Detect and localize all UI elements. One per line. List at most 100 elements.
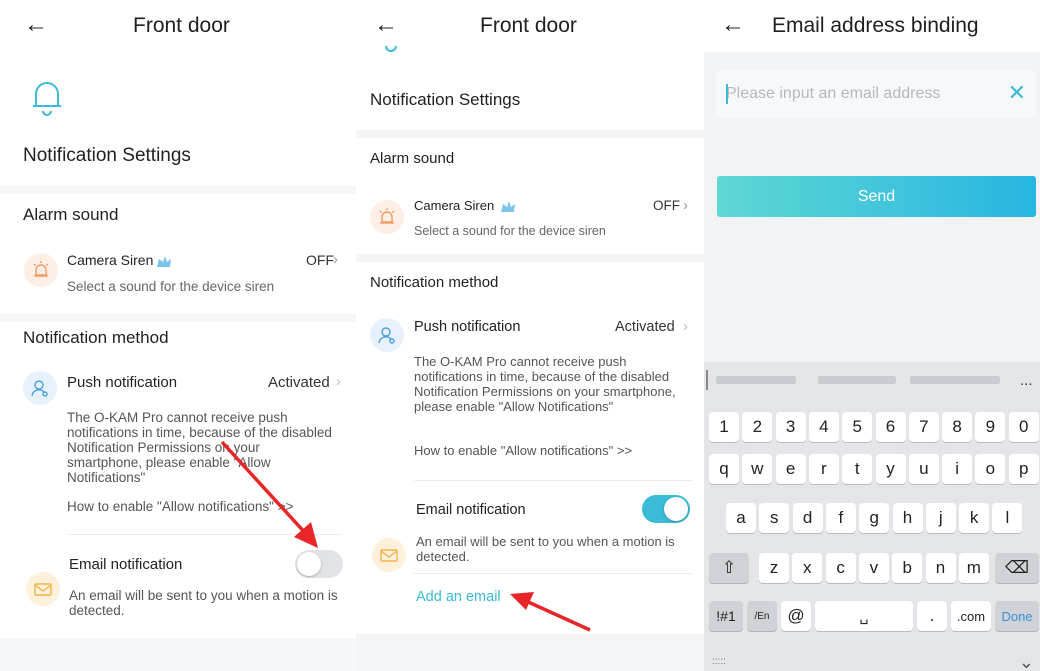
push-notification-value: Activated	[615, 319, 675, 335]
dotcom-key[interactable]: .com	[951, 601, 991, 631]
email-input-box: ✕	[716, 70, 1036, 118]
camera-siren-description: Select a sound for the device siren	[67, 279, 275, 294]
key-1[interactable]: 1	[709, 412, 739, 442]
suggestion[interactable]	[910, 376, 1000, 384]
key-w[interactable]: w	[742, 454, 773, 484]
key-7[interactable]: 7	[908, 412, 939, 442]
done-key[interactable]: Done	[995, 601, 1039, 631]
push-notification-label: Push notification	[414, 319, 521, 335]
key-s[interactable]: s	[759, 503, 790, 533]
notification-method-heading: Notification method	[23, 328, 169, 347]
email-notification-toggle[interactable]	[295, 550, 343, 578]
key-t[interactable]: t	[842, 454, 873, 484]
divider	[67, 534, 342, 535]
key-2[interactable]: 2	[742, 412, 773, 442]
camera-siren-description: Select a sound for the device siren	[414, 224, 606, 238]
page-title: Front door	[133, 14, 230, 37]
key-5[interactable]: 5	[842, 412, 873, 442]
keyboard: ... 1 2 3 4 5 6 7 8 9 0 q w e r t y u i o p a s d f g h j k l ⇧ z x c v b n…	[704, 362, 1040, 671]
crown-icon	[157, 256, 171, 267]
send-button[interactable]: Send	[717, 176, 1036, 217]
push-notification-warning: The O-KAM Pro cannot receive push notifi…	[67, 410, 332, 485]
suggestion[interactable]	[818, 376, 896, 384]
back-arrow-icon[interactable]: ←	[721, 12, 745, 38]
key-9[interactable]: 9	[975, 412, 1006, 442]
key-b[interactable]: b	[892, 553, 923, 583]
key-d[interactable]: d	[792, 503, 823, 533]
push-notification-warning: The O-KAM Pro cannot receive push notifi…	[414, 354, 676, 414]
suggestion[interactable]	[716, 376, 796, 384]
hide-keyboard-icon[interactable]: ⌄	[1019, 652, 1034, 671]
backspace-key[interactable]: ⌫	[995, 553, 1039, 583]
chevron-right-icon: ›	[683, 197, 688, 214]
screen-email-binding: ← Email address binding ✕ Send ... 12345…	[704, 0, 1040, 671]
crown-icon	[501, 201, 515, 212]
key-v[interactable]: v	[858, 553, 889, 583]
email-notification-description: An email will be sent to you when a moti…	[416, 534, 675, 564]
notification-method-heading: Notification method	[370, 274, 499, 291]
bell-icon	[33, 82, 61, 116]
symbols-key[interactable]: !#1	[709, 601, 743, 631]
key-h[interactable]: h	[892, 503, 923, 533]
key-i[interactable]: i	[942, 454, 973, 484]
email-notification-toggle[interactable]	[642, 495, 690, 523]
key-q[interactable]: q	[709, 454, 739, 484]
user-icon	[23, 371, 57, 405]
key-p[interactable]: p	[1008, 454, 1039, 484]
clear-icon[interactable]: ✕	[1008, 82, 1026, 104]
key-l[interactable]: l	[992, 503, 1023, 533]
key-j[interactable]: j	[925, 503, 956, 533]
key-z[interactable]: z	[759, 553, 789, 583]
bell-icon	[385, 45, 397, 52]
key-x[interactable]: x	[792, 553, 823, 583]
key-o[interactable]: o	[975, 454, 1006, 484]
key-u[interactable]: u	[908, 454, 939, 484]
envelope-icon	[26, 572, 60, 606]
alarm-sound-card: Alarm sound Camera Siren Select a sound …	[356, 138, 704, 254]
email-input[interactable]	[726, 80, 986, 108]
space-key[interactable]: ␣	[815, 601, 913, 631]
alarm-sound-card: Alarm sound Camera Siren Select a sound …	[0, 194, 358, 314]
key-e[interactable]: e	[775, 454, 806, 484]
key-c[interactable]: c	[825, 553, 856, 583]
alarm-sound-heading: Alarm sound	[23, 205, 119, 224]
email-notification-label: Email notification	[69, 556, 183, 573]
chevron-right-icon: ›	[683, 318, 688, 335]
key-0[interactable]: 0	[1008, 412, 1039, 442]
key-dot[interactable]: .	[917, 601, 947, 631]
key-n[interactable]: n	[925, 553, 956, 583]
how-to-enable-link[interactable]: How to enable "Allow notifications" >>	[67, 499, 293, 514]
key-g[interactable]: g	[859, 503, 890, 533]
alarm-sound-heading: Alarm sound	[370, 150, 455, 167]
key-f[interactable]: f	[825, 503, 856, 533]
key-m[interactable]: m	[958, 553, 989, 583]
key-6[interactable]: 6	[875, 412, 906, 442]
how-to-enable-link[interactable]: How to enable "Allow notifications" >>	[414, 443, 632, 458]
header-card: Notification Settings	[356, 45, 704, 130]
back-arrow-icon[interactable]: ←	[374, 12, 398, 38]
keyboard-grid-icon[interactable]: :::::	[712, 656, 726, 667]
email-notification-label: Email notification	[416, 502, 526, 518]
key-y[interactable]: y	[875, 454, 906, 484]
siren-icon	[24, 253, 58, 287]
key-k[interactable]: k	[959, 503, 990, 533]
more-suggestions-icon[interactable]: ...	[1020, 372, 1033, 389]
key-3[interactable]: 3	[775, 412, 806, 442]
shift-key[interactable]: ⇧	[709, 553, 749, 583]
suggestion-bar: ...	[704, 362, 1040, 406]
push-notification-value: Activated	[268, 374, 330, 391]
user-icon	[370, 318, 404, 352]
notification-settings-heading: Notification Settings	[370, 90, 521, 109]
key-r[interactable]: r	[808, 454, 839, 484]
key-a[interactable]: a	[726, 503, 756, 533]
chevron-right-icon: ›	[336, 373, 341, 390]
page-title: Front door	[480, 14, 577, 37]
key-8[interactable]: 8	[942, 412, 973, 442]
siren-icon	[370, 200, 404, 234]
language-key[interactable]: /En	[747, 601, 777, 631]
camera-siren-label: Camera Siren	[67, 252, 154, 268]
add-email-link[interactable]: Add an email	[416, 589, 501, 605]
back-arrow-icon[interactable]: ←	[24, 12, 48, 38]
key-at[interactable]: @	[781, 601, 811, 631]
key-4[interactable]: 4	[808, 412, 839, 442]
